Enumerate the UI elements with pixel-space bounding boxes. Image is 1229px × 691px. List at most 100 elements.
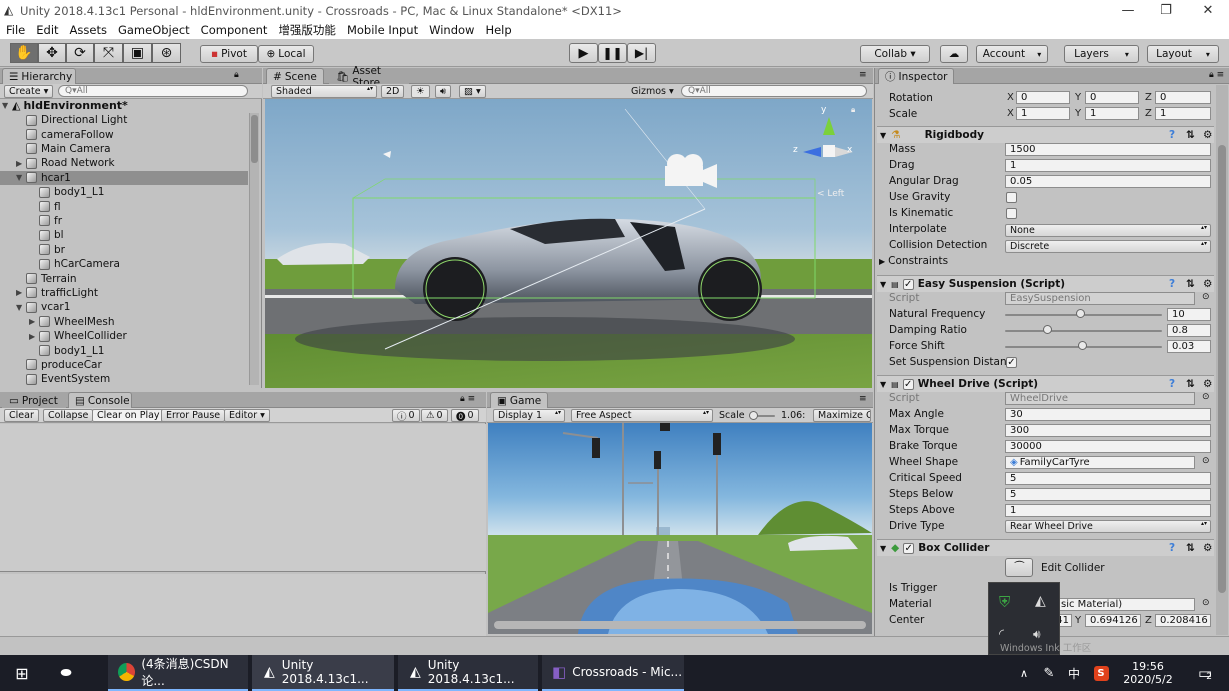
angular-drag-field[interactable]: 0.05: [1005, 175, 1211, 188]
unity-tray-icon[interactable]: ◭: [1035, 593, 1046, 609]
menu-component[interactable]: Component: [201, 23, 268, 37]
tab-project[interactable]: ▭ Project: [2, 392, 66, 408]
help-icon[interactable]: ?: [1169, 129, 1175, 141]
object-picker-icon[interactable]: ⊙: [1202, 456, 1210, 466]
set-suspension-distance-checkbox[interactable]: ✓: [1006, 357, 1017, 368]
display-dropdown[interactable]: Display 1: [493, 409, 565, 422]
hierarchy-item[interactable]: fr: [0, 214, 248, 228]
taskbar-item-unity-2[interactable]: ◭ Unity 2018.4.13c1...: [398, 655, 538, 691]
console-detail-area[interactable]: [0, 574, 486, 636]
preset-icon[interactable]: ⇅: [1186, 129, 1195, 141]
hierarchy-item[interactable]: Terrain: [0, 271, 248, 285]
chevron-right-icon[interactable]: ▶: [29, 332, 39, 341]
taskbar-item-visual-studio[interactable]: ◧ Crossroads - Mic...: [542, 655, 684, 691]
steps-below-field[interactable]: 5: [1005, 488, 1211, 501]
effects-dropdown[interactable]: ▨ ▾: [459, 85, 486, 98]
menu-file[interactable]: File: [6, 23, 25, 37]
rect-tool-button[interactable]: ▣: [123, 43, 152, 63]
layers-dropdown[interactable]: Layers ▾: [1064, 45, 1139, 63]
gear-icon[interactable]: ⚙: [1203, 378, 1212, 390]
maximize-on-play-toggle[interactable]: Maximize Or: [813, 409, 871, 422]
minimize-button[interactable]: —: [1108, 0, 1148, 21]
error-pause-button[interactable]: Error Pause: [161, 409, 226, 422]
console-log-area[interactable]: [0, 424, 486, 572]
menu-window[interactable]: Window: [429, 23, 474, 37]
tab-scene[interactable]: # Scene: [266, 68, 324, 84]
gear-icon[interactable]: ⚙: [1203, 278, 1212, 290]
is-kinematic-checkbox[interactable]: [1006, 208, 1017, 219]
easy-suspension-enabled-checkbox[interactable]: ✓: [902, 278, 914, 290]
rotation-x-field[interactable]: 0: [1016, 91, 1070, 104]
move-tool-button[interactable]: ✥: [38, 43, 66, 63]
brake-torque-field[interactable]: 30000: [1005, 440, 1211, 453]
close-button[interactable]: ✕: [1188, 0, 1228, 21]
wheel-drive-enabled-checkbox[interactable]: ✓: [902, 378, 914, 390]
steps-above-field[interactable]: 1: [1005, 504, 1211, 517]
2d-toggle[interactable]: 2D: [381, 85, 405, 98]
object-picker-icon[interactable]: ⊙: [1202, 392, 1210, 402]
tab-asset-store[interactable]: 🛍︎ Asset Store: [329, 65, 409, 89]
rotation-y-field[interactable]: 0: [1085, 91, 1139, 104]
shading-mode-dropdown[interactable]: Shaded: [271, 85, 377, 98]
layout-dropdown[interactable]: Layout ▾: [1147, 45, 1219, 63]
hierarchy-item[interactable]: body1_L1: [0, 185, 248, 199]
preset-icon[interactable]: ⇅: [1186, 542, 1195, 554]
taskbar-item-unity-1[interactable]: ◭ Unity 2018.4.13c1...: [252, 655, 394, 691]
menu-assets[interactable]: Assets: [70, 23, 107, 37]
interpolate-dropdown[interactable]: None: [1005, 224, 1211, 237]
pen-workspace-icon[interactable]: ✎: [1038, 655, 1060, 691]
hierarchy-item[interactable]: Directional Light: [0, 113, 248, 127]
gizmo-lock-icon[interactable]: 🔒︎: [851, 105, 855, 115]
menu-enhanced[interactable]: 增强版功能: [278, 22, 336, 38]
wheel-shape-field[interactable]: ◈ FamilyCarTyre: [1005, 456, 1195, 469]
hierarchy-item[interactable]: ▼ hcar1: [0, 170, 248, 185]
hierarchy-item[interactable]: ▶ trafficLight: [0, 286, 248, 300]
chevron-down-icon[interactable]: ▼: [880, 380, 886, 389]
wheel-drive-script-field[interactable]: WheelDrive: [1005, 392, 1195, 405]
hierarchy-scrollbar[interactable]: [249, 113, 259, 385]
notification-center-button[interactable]: ▭ 2: [1188, 655, 1222, 691]
create-dropdown[interactable]: Create ▾: [4, 85, 54, 98]
scale-slider-knob[interactable]: [749, 411, 758, 420]
audio-toggle[interactable]: 🔊︎: [435, 85, 451, 98]
clear-on-play-button[interactable]: Clear on Play: [92, 409, 165, 422]
sogou-icon[interactable]: S: [1090, 655, 1112, 691]
menu-gameobject[interactable]: GameObject: [118, 23, 190, 37]
help-icon[interactable]: ?: [1169, 542, 1175, 554]
menu-icon[interactable]: ≡: [859, 70, 867, 80]
scale-z-field[interactable]: 1: [1155, 107, 1211, 120]
hierarchy-item[interactable]: br: [0, 243, 248, 257]
info-count-toggle[interactable]: ⓘ 0: [392, 409, 420, 423]
task-view-button[interactable]: ⬬: [50, 655, 82, 691]
edit-collider-button[interactable]: ⏜: [1005, 558, 1033, 577]
damping-ratio-slider[interactable]: [1005, 330, 1162, 332]
gear-icon[interactable]: ⚙: [1203, 129, 1212, 141]
tab-console[interactable]: ▤ Console: [68, 392, 132, 408]
maximize-button[interactable]: ❐: [1146, 0, 1186, 21]
tray-overflow-button[interactable]: ∧: [1014, 655, 1034, 691]
transform-tool-button[interactable]: ⊛: [152, 43, 181, 63]
chevron-down-icon[interactable]: ▼: [2, 101, 12, 110]
ime-indicator[interactable]: 中: [1064, 655, 1084, 691]
drive-type-dropdown[interactable]: Rear Wheel Drive: [1005, 520, 1211, 533]
object-picker-icon[interactable]: ⊙: [1202, 292, 1210, 302]
center-z-field[interactable]: 0.208416: [1155, 614, 1211, 627]
use-gravity-checkbox[interactable]: [1006, 192, 1017, 203]
preset-icon[interactable]: ⇅: [1186, 378, 1195, 390]
force-shift-field[interactable]: 0.03: [1167, 340, 1211, 353]
hierarchy-item[interactable]: body1_L1: [0, 343, 248, 357]
mass-field[interactable]: 1500: [1005, 143, 1211, 156]
clock[interactable]: 19:56 2020/5/2: [1118, 655, 1178, 691]
chevron-down-icon[interactable]: ▼: [16, 303, 26, 312]
cloud-button[interactable]: ☁: [940, 45, 968, 63]
play-button[interactable]: ▶: [569, 43, 598, 63]
scene-search-input[interactable]: Q▾All: [681, 85, 867, 97]
damping-ratio-field[interactable]: 0.8: [1167, 324, 1211, 337]
rigidbody-header[interactable]: ▼ ⚗ Rigidbody ? ⇅ ⚙: [877, 126, 1214, 143]
menu-edit[interactable]: Edit: [36, 23, 58, 37]
object-picker-icon[interactable]: ⊙: [1202, 598, 1210, 608]
gear-icon[interactable]: ⚙: [1203, 542, 1212, 554]
gizmos-dropdown[interactable]: Gizmos ▾: [627, 85, 678, 98]
scale-x-field[interactable]: 1: [1016, 107, 1070, 120]
chevron-down-icon[interactable]: ▼: [880, 131, 886, 140]
